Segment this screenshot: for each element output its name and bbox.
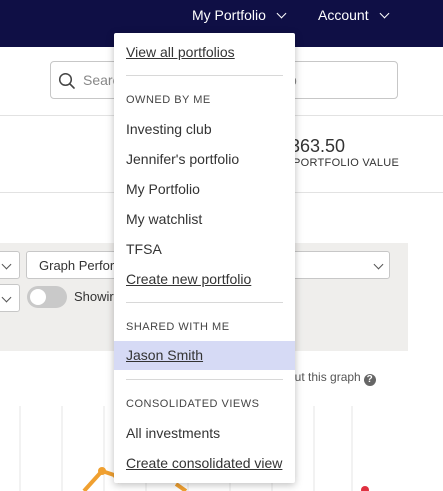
account-menu-label: Account [318, 7, 369, 23]
graph-type-select-value: Graph Perfor [39, 258, 115, 273]
chevron-down-icon [276, 8, 287, 19]
chart-series-line [174, 482, 188, 491]
view-all-portfolios-link[interactable]: View all portfolios [114, 38, 295, 67]
portfolio-item-jennifers-portfolio[interactable]: Jennifer's portfolio [114, 145, 295, 174]
portfolio-item-my-watchlist[interactable]: My watchlist [114, 205, 295, 234]
chevron-down-icon [373, 259, 384, 270]
period-select[interactable] [0, 251, 20, 279]
portfolio-value-label: PORTFOLIO VALUE [293, 157, 400, 169]
my-portfolio-menu-button[interactable]: My Portfolio [192, 0, 287, 30]
account-menu-button[interactable]: Account [318, 0, 390, 30]
secondary-select[interactable] [0, 284, 20, 312]
create-consolidated-view-link[interactable]: Create consolidated view [114, 449, 295, 478]
portfolio-item-investing-club[interactable]: Investing club [114, 115, 295, 144]
search-icon [58, 72, 75, 89]
chart-marker [361, 486, 369, 491]
create-new-portfolio-link[interactable]: Create new portfolio [114, 265, 295, 294]
consolidated-item-all-investments[interactable]: All investments [114, 419, 295, 448]
about-graph-link[interactable]: out this graph? [288, 370, 376, 386]
chevron-down-icon [1, 292, 12, 303]
shared-item-jason-smith[interactable]: Jason Smith [114, 341, 295, 370]
portfolio-item-my-portfolio[interactable]: My Portfolio [114, 175, 295, 204]
menu-divider [126, 379, 283, 380]
my-portfolio-menu-label: My Portfolio [192, 7, 266, 23]
portfolio-dropdown-menu: View all portfolios OWNED BY ME Investin… [114, 33, 295, 483]
shared-with-me-header: SHARED WITH ME [126, 321, 230, 333]
chevron-down-icon [379, 8, 390, 19]
menu-divider [126, 75, 283, 76]
show-toggle[interactable] [27, 286, 67, 308]
chevron-down-icon [1, 259, 12, 270]
consolidated-views-header: CONSOLIDATED VIEWS [126, 398, 260, 410]
owned-by-me-header: OWNED BY ME [126, 94, 211, 106]
toggle-knob [30, 289, 46, 305]
portfolio-item-tfsa[interactable]: TFSA [114, 235, 295, 264]
menu-divider [126, 302, 283, 303]
show-toggle-label: Showir [74, 289, 114, 304]
chart-data-point [98, 467, 106, 475]
help-icon: ? [363, 374, 376, 386]
about-graph-label: out this graph [288, 370, 361, 384]
